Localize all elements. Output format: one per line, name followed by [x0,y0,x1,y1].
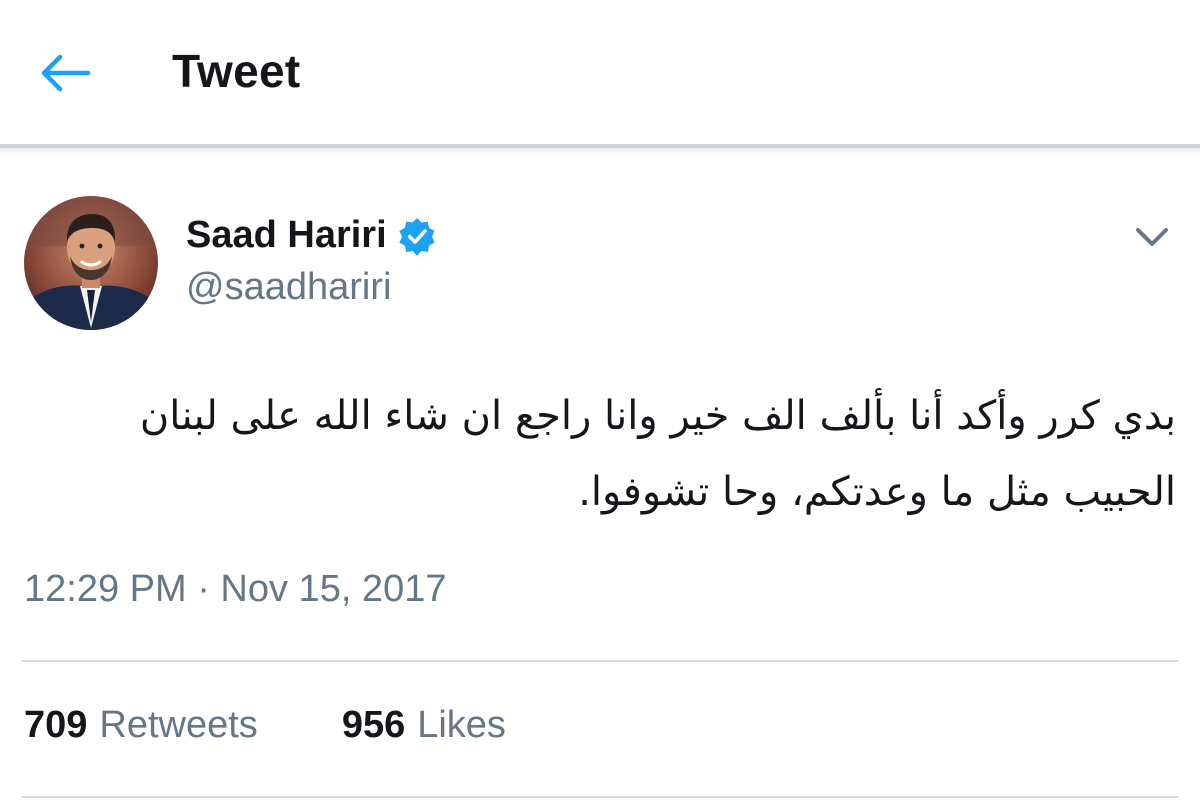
likes-stat[interactable]: 956 Likes [342,704,506,747]
stats-bottom-divider [22,796,1178,798]
stats-top-divider [22,660,1178,662]
verified-badge-icon [399,217,435,256]
likes-count: 956 [341,704,406,746]
likes-label: Likes [417,704,506,746]
tweet-stats: 709 Retweets 956 Likes [24,704,506,747]
author-handle[interactable]: @saadhariri [186,266,391,309]
retweets-count: 709 [24,704,88,746]
back-button[interactable] [36,50,94,96]
retweets-label: Retweets [99,704,258,746]
chevron-down-icon [1136,228,1168,246]
tweet-menu-button[interactable] [1130,218,1174,254]
author-name-row[interactable]: Saad Hariri [186,214,437,257]
tweet-text: بدي كرر وأكد أنا بألف الف خير وانا راجع … [139,393,1176,515]
top-app-bar: Tweet [0,0,1200,146]
author-avatar[interactable] [24,196,158,330]
author-name[interactable]: Saad Hariri [186,214,387,257]
retweets-stat[interactable]: 709 Retweets [24,704,258,747]
tweet-timestamp[interactable]: 12:29 PM · Nov 15, 2017 [24,568,446,611]
header-shadow [0,148,1200,154]
page-title: Tweet [172,45,301,97]
arrow-left-icon [41,54,91,92]
avatar-photo [24,196,158,330]
